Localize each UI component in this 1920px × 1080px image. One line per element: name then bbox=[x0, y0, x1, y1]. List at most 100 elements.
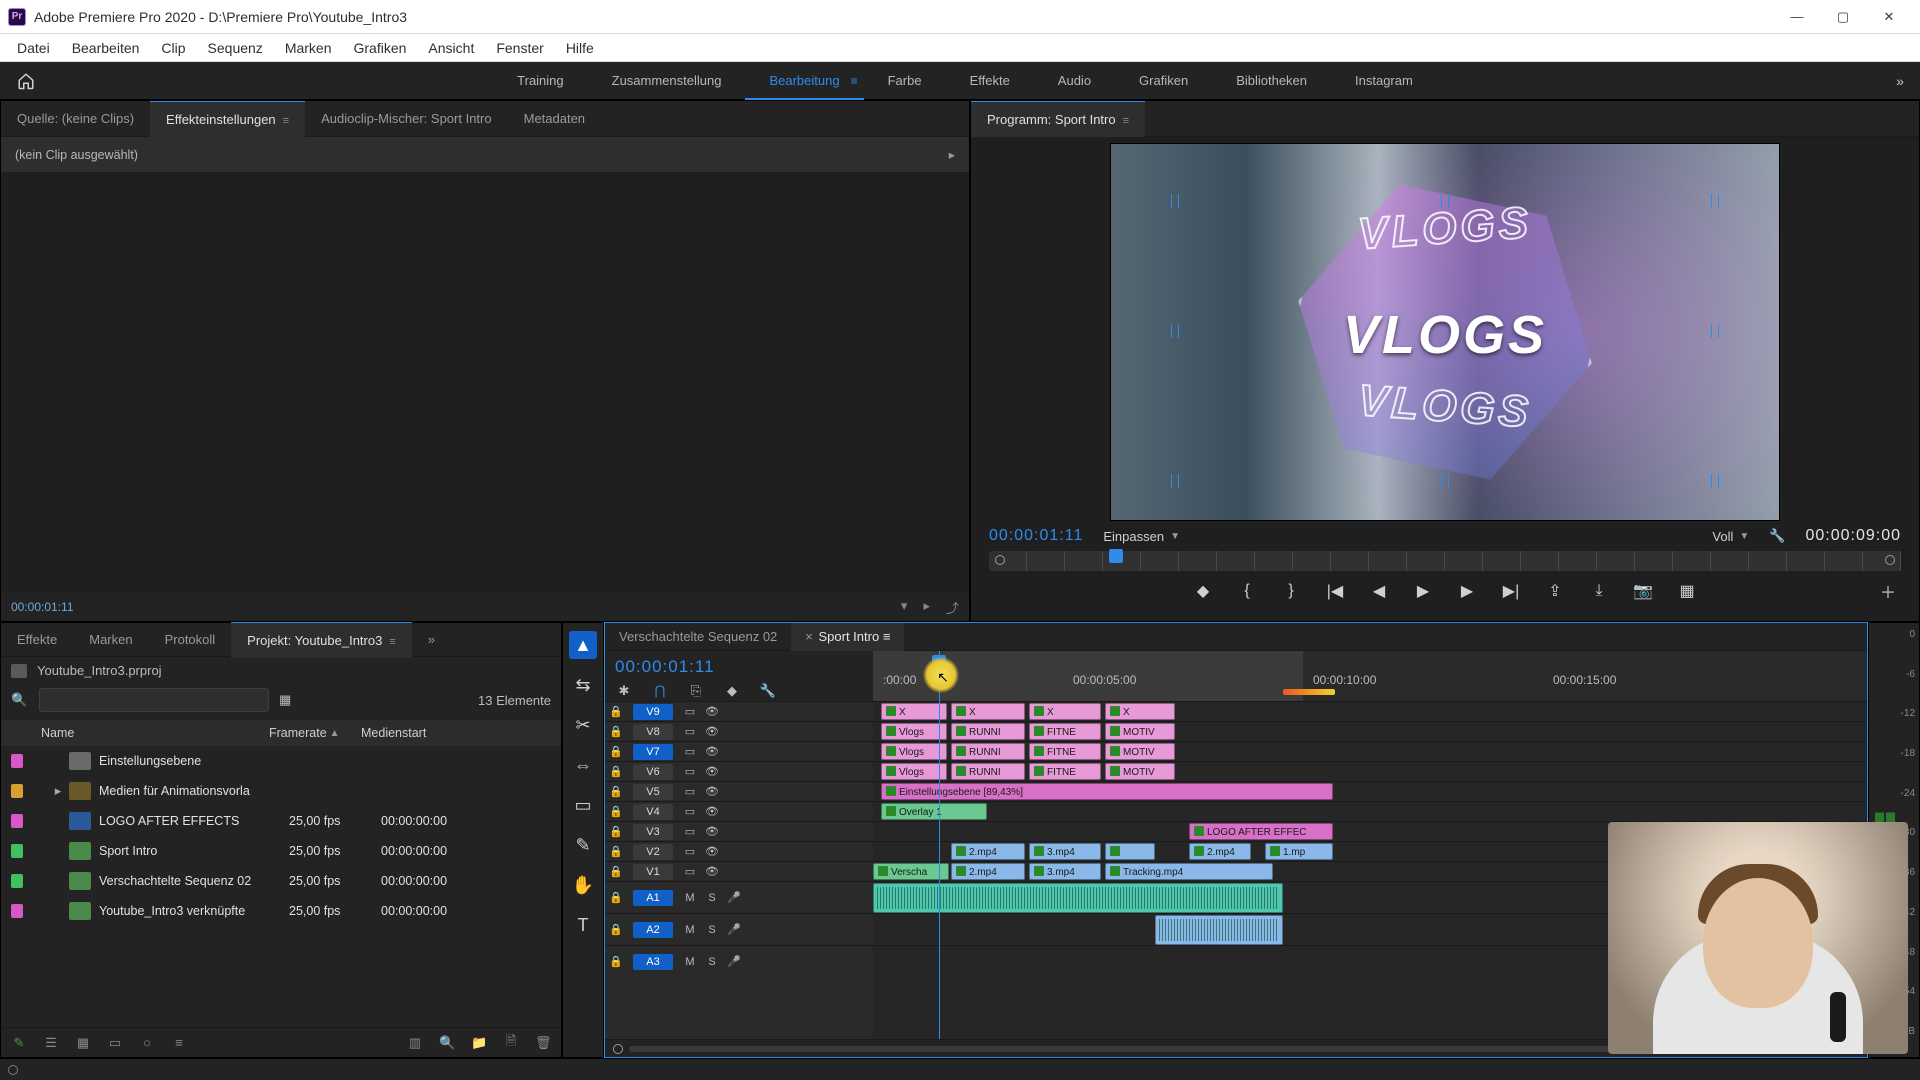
timeline-audio-clip[interactable] bbox=[873, 883, 1283, 913]
mute-button[interactable]: M bbox=[679, 956, 701, 968]
menu-sequence[interactable]: Sequenz bbox=[197, 34, 274, 62]
linked-selection-icon[interactable]: ⎘ bbox=[687, 683, 705, 699]
razor-tool[interactable]: ▭ bbox=[569, 791, 597, 819]
sync-lock-icon[interactable]: ▭ bbox=[679, 725, 701, 738]
workspace-tab-color[interactable]: Farbe bbox=[864, 62, 946, 100]
timeline-clip[interactable]: X bbox=[951, 703, 1025, 720]
visibility-icon[interactable]: 👁 bbox=[701, 765, 723, 778]
lift-button[interactable]: ⇪ bbox=[1544, 581, 1566, 601]
scroll-start-knob[interactable] bbox=[613, 1044, 623, 1054]
visibility-icon[interactable]: 👁 bbox=[701, 865, 723, 878]
menu-clip[interactable]: Clip bbox=[150, 34, 196, 62]
goto-in-button[interactable]: |◀ bbox=[1324, 581, 1346, 601]
visibility-icon[interactable]: 👁 bbox=[701, 825, 723, 838]
step-icon[interactable]: ▸ bbox=[923, 598, 930, 617]
marker-icon[interactable]: ◆ bbox=[723, 683, 741, 699]
expand-toggle[interactable]: ▸ bbox=[51, 783, 65, 799]
find-icon[interactable]: 🔍 bbox=[439, 1035, 455, 1051]
visibility-icon[interactable]: 👁 bbox=[701, 845, 723, 858]
menu-file[interactable]: Datei bbox=[6, 34, 61, 62]
program-current-timecode[interactable]: 00:00:01:11 bbox=[989, 527, 1083, 545]
lock-icon[interactable]: 🔒 bbox=[605, 825, 627, 838]
video-track-header[interactable]: 🔒 V3 ▭ 👁 bbox=[605, 821, 873, 841]
audio-track-header[interactable]: 🔒 A1 M S 🎤 bbox=[605, 881, 873, 913]
workspace-overflow-button[interactable]: » bbox=[1890, 73, 1920, 89]
timeline-clip[interactable]: 2.mp4 bbox=[951, 863, 1025, 880]
track-name[interactable]: V8 bbox=[633, 724, 673, 740]
video-track-header[interactable]: 🔒 V1 ▭ 👁 bbox=[605, 861, 873, 881]
extract-button[interactable]: ⤓ bbox=[1588, 582, 1610, 600]
track-name[interactable]: V7 bbox=[633, 744, 673, 760]
export-icon[interactable]: ⤴ bbox=[946, 598, 959, 617]
visibility-icon[interactable]: 👁 bbox=[701, 745, 723, 758]
settings-wrench-icon[interactable]: 🔧 bbox=[1769, 528, 1785, 544]
lock-icon[interactable]: 🔒 bbox=[605, 765, 627, 778]
scrub-end-handle[interactable] bbox=[1885, 555, 1895, 565]
menu-window[interactable]: Fenster bbox=[485, 34, 554, 62]
timeline-clip[interactable]: RUNNI bbox=[951, 723, 1025, 740]
solo-button[interactable]: S bbox=[701, 956, 723, 968]
zoom-fit-dropdown[interactable]: Einpassen▼ bbox=[1103, 529, 1180, 544]
timeline-clip[interactable]: Einstellungsebene [89,43%] bbox=[881, 783, 1333, 800]
export-frame-button[interactable]: 📷 bbox=[1632, 581, 1654, 601]
pen-tool[interactable]: ✎ bbox=[569, 831, 597, 859]
icon-view-icon[interactable]: ▦ bbox=[75, 1035, 91, 1051]
mark-out-button[interactable]: } bbox=[1280, 582, 1302, 600]
goto-out-button[interactable]: ▶| bbox=[1500, 581, 1522, 601]
timeline-clip[interactable]: Vlogs bbox=[881, 723, 947, 740]
lock-icon[interactable]: 🔒 bbox=[605, 845, 627, 858]
timeline-clip[interactable]: 2.mp4 bbox=[951, 843, 1025, 860]
window-close-button[interactable]: ✕ bbox=[1866, 2, 1912, 32]
workspace-tab-libraries[interactable]: Bibliotheken bbox=[1212, 62, 1331, 100]
timeline-clip[interactable]: RUNNI bbox=[951, 763, 1025, 780]
timeline-clip[interactable]: 1.mp bbox=[1265, 843, 1333, 860]
tab-effect-controls[interactable]: Effekteinstellungen≡ bbox=[150, 101, 305, 137]
video-track-lane[interactable]: Overlay 1 bbox=[873, 801, 1867, 821]
workspace-tab-audio[interactable]: Audio bbox=[1034, 62, 1115, 100]
lock-icon[interactable]: 🔒 bbox=[605, 955, 627, 968]
lock-icon[interactable]: 🔒 bbox=[605, 725, 627, 738]
timeline-audio-clip[interactable] bbox=[1155, 915, 1283, 945]
menu-view[interactable]: Ansicht bbox=[417, 34, 485, 62]
voiceover-icon[interactable]: 🎤 bbox=[723, 923, 745, 936]
timeline-clip[interactable]: MOTIV bbox=[1105, 723, 1175, 740]
video-track-header[interactable]: 🔒 V5 ▭ 👁 bbox=[605, 781, 873, 801]
hand-tool[interactable]: ✋ bbox=[569, 871, 597, 899]
slip-tool[interactable]: ⇔ bbox=[569, 751, 597, 779]
sync-lock-icon[interactable]: ▭ bbox=[679, 785, 701, 798]
timeline-clip[interactable]: FITNE bbox=[1029, 743, 1101, 760]
track-name[interactable]: V1 bbox=[633, 864, 673, 880]
video-track-header[interactable]: 🔒 V7 ▭ 👁 bbox=[605, 741, 873, 761]
tab-effects-lib[interactable]: Effekte bbox=[1, 622, 73, 658]
timeline-clip[interactable]: 3.mp4 bbox=[1029, 843, 1101, 860]
freeform-view-icon[interactable]: ▭ bbox=[107, 1035, 123, 1051]
delete-icon[interactable]: 🗑 bbox=[535, 1035, 551, 1051]
lock-icon[interactable]: 🔒 bbox=[605, 891, 627, 904]
timeline-clip[interactable]: 2.mp4 bbox=[1189, 843, 1251, 860]
sync-lock-icon[interactable]: ▭ bbox=[679, 865, 701, 878]
lock-icon[interactable]: 🔒 bbox=[605, 745, 627, 758]
zoom-slider-icon[interactable]: ○ bbox=[139, 1035, 155, 1050]
timeline-ruler[interactable]: :00:0000:00:05:0000:00:10:0000:00:15:00 … bbox=[873, 651, 1867, 701]
timeline-tab-nested[interactable]: Verschachtelte Sequenz 02 bbox=[605, 623, 791, 651]
video-track-header[interactable]: 🔒 V4 ▭ 👁 bbox=[605, 801, 873, 821]
timeline-clip[interactable] bbox=[1105, 843, 1155, 860]
lock-icon[interactable]: 🔒 bbox=[605, 785, 627, 798]
audio-track-header[interactable]: 🔒 A2 M S 🎤 bbox=[605, 913, 873, 945]
timeline-clip[interactable]: Vlogs bbox=[881, 743, 947, 760]
visibility-icon[interactable]: 👁 bbox=[701, 725, 723, 738]
sync-lock-icon[interactable]: ▭ bbox=[679, 745, 701, 758]
ripple-edit-tool[interactable]: ✂ bbox=[569, 711, 597, 739]
tab-project[interactable]: Projekt: Youtube_Intro3≡ bbox=[231, 622, 412, 658]
timeline-clip[interactable]: X bbox=[1105, 703, 1175, 720]
close-icon[interactable]: × bbox=[805, 629, 813, 644]
tab-metadata[interactable]: Metadaten bbox=[508, 101, 601, 137]
menu-help[interactable]: Hilfe bbox=[555, 34, 605, 62]
new-bin-icon[interactable]: 📁 bbox=[471, 1035, 487, 1051]
timeline-clip[interactable]: Overlay 1 bbox=[881, 803, 987, 820]
snap-toggle-icon[interactable]: ⋂ bbox=[651, 683, 669, 699]
window-maximize-button[interactable]: ▢ bbox=[1820, 2, 1866, 32]
project-search-input[interactable] bbox=[39, 688, 269, 712]
type-tool[interactable]: T bbox=[569, 911, 597, 939]
sort-icon[interactable]: ≡ bbox=[171, 1035, 187, 1050]
